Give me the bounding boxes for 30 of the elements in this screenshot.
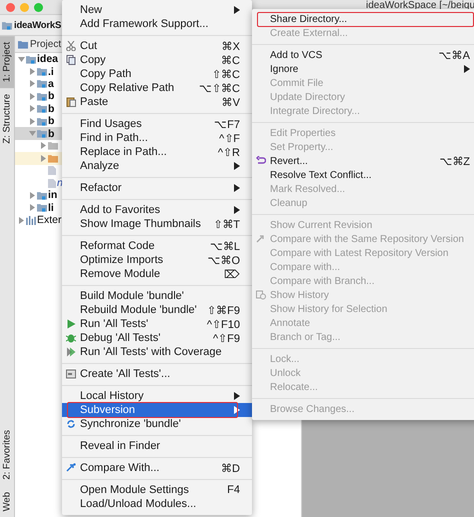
shortcut-label: ⌥⌘Z [439,154,470,168]
shortcut-label: ⌥⌘L [210,240,240,252]
tree-label: idea [37,53,60,66]
shortcut-label: ⌘C [221,54,240,66]
tree-label: n [57,177,64,190]
tree-label: b [48,115,56,128]
tree-label: .i [48,66,55,78]
tree-label: a [48,78,55,90]
shortcut-label: ⌘D [221,462,240,474]
shortcut-label: ^⇧F10 [206,318,240,330]
shortcut-label: F4 [227,484,240,496]
tree-label: in [48,189,58,202]
shortcut-label: ⌥F7 [214,118,240,130]
shortcut-label: ⌥⇧⌘C [199,82,240,94]
tree-label: b [48,128,56,140]
shortcut-label: ⌘X [222,40,240,52]
tree-label: li [48,202,55,214]
shortcut-label: ^⇧F [219,132,240,144]
shortcut-label: ⇧⌘F9 [207,304,240,316]
tree-label: b [48,102,56,115]
shortcut-label: ⌘V [222,96,240,108]
shortcut-label: ⇧⌘C [212,68,240,80]
shortcut-label: ⌦ [224,268,240,280]
shortcut-label: ⌥⌘O [207,254,240,266]
tree-label: b [48,90,56,102]
shortcut-label: ^⇧F9 [213,332,240,344]
shortcut-label: ⌥⌘A [438,48,470,62]
tree-label: Exter [37,214,63,226]
shortcut-label: ⇧⌘T [213,218,240,230]
shortcut-label: ^⇧R [218,146,240,158]
